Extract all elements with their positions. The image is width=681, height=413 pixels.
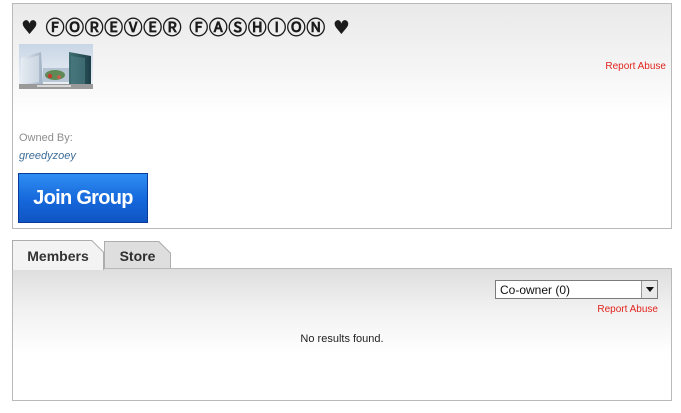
- group-title: ♥ ⒻⓄⓇⒺⓋⒺⓇ ⒻⒶⓈⒽⒾⓄⓃ ♥: [21, 17, 351, 39]
- group-emblem-image[interactable]: [19, 44, 93, 89]
- members-panel: Co-owner (0) Report Abuse No results fou…: [12, 268, 672, 401]
- group-header: ♥ ⒻⓄⓇⒺⓋⒺⓇ ⒻⒶⓈⒽⒾⓄⓃ ♥ Report Abuse Owned B…: [12, 3, 672, 229]
- no-results-message: No results found.: [300, 333, 384, 345]
- role-filter-select[interactable]: Co-owner (0): [495, 280, 658, 299]
- tab-members[interactable]: Members: [12, 240, 104, 270]
- tab-members-label: Members: [27, 247, 89, 264]
- tab-store-label: Store: [119, 248, 156, 264]
- report-abuse-link[interactable]: Report Abuse: [605, 61, 666, 72]
- chevron-down-icon[interactable]: [641, 281, 657, 298]
- role-filter-value: Co-owner (0): [500, 283, 571, 297]
- owner-name-link[interactable]: greedyzoey: [19, 150, 76, 162]
- members-report-abuse-link[interactable]: Report Abuse: [597, 304, 658, 315]
- join-group-button[interactable]: Join Group: [18, 173, 148, 223]
- owned-by-label: Owned By:: [19, 132, 73, 144]
